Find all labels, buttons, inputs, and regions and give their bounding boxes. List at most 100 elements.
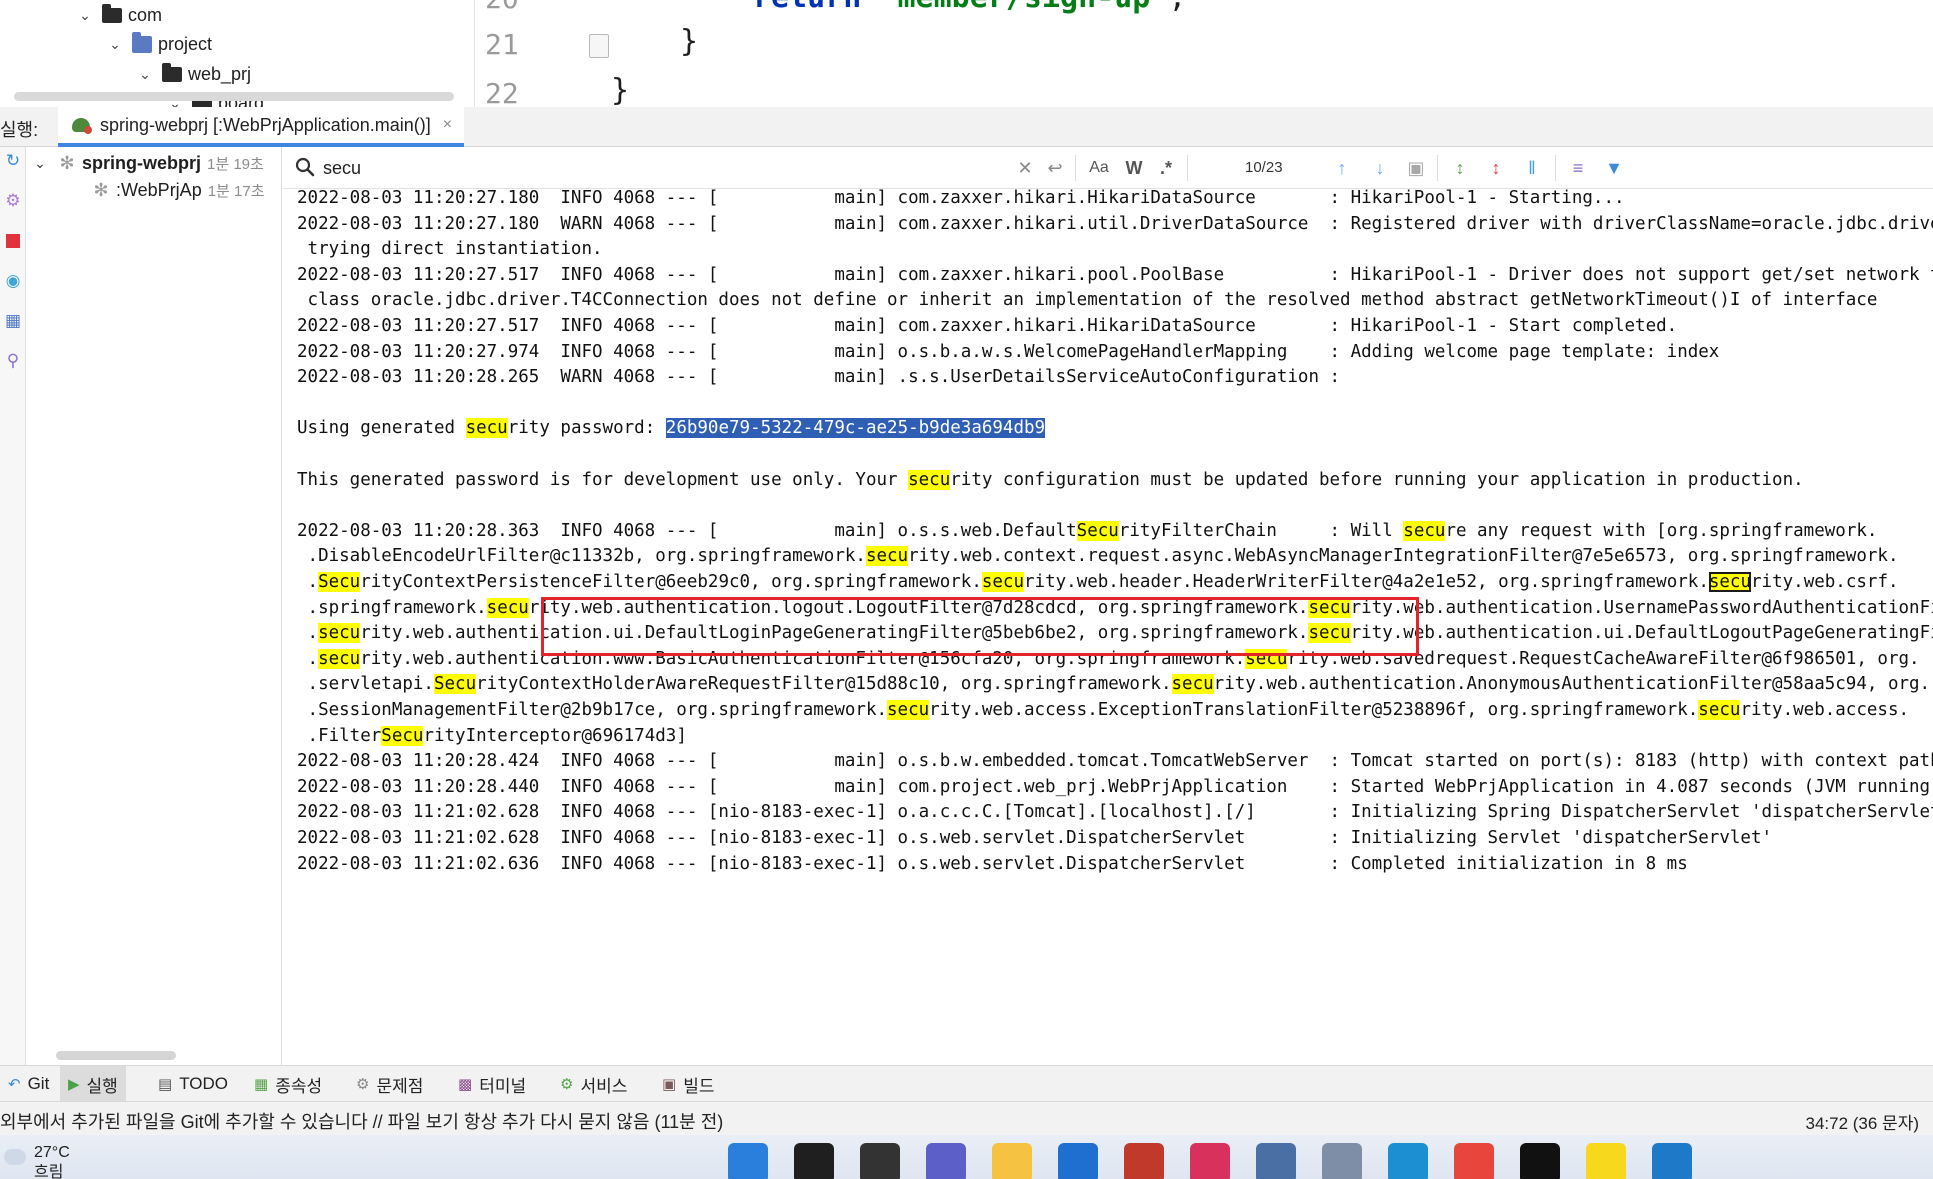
words-button[interactable]: W [1121,155,1147,181]
log-text: rityContextPersistenceFilter@6eeb29c0, o… [360,572,982,592]
taskbar-app-kakaotalk-icon[interactable] [1586,1143,1626,1179]
tool-tab-services[interactable]: ⚙ 서비스 [552,1066,635,1102]
regex-button[interactable]: .* [1153,155,1179,181]
tree-horizontal-scrollbar[interactable] [14,92,454,101]
log-line: 2022-08-03 11:21:02.636 INFO 4068 --- [n… [297,849,1688,880]
filter-lines-icon[interactable]: ≡ [1565,155,1591,181]
filter-icon[interactable]: ▼ [1601,155,1627,181]
code-line: } [680,24,699,59]
stop-icon[interactable] [0,227,26,255]
line-number: 22 [485,77,519,107]
run-tree-item[interactable]: ⌄ ✻ spring-webprj 1분 19초 [32,149,264,177]
taskbar-app-vscode-icon[interactable] [1652,1143,1692,1179]
line-number: 20 [485,0,545,15]
taskbar-app-chrome-icon[interactable] [1454,1143,1494,1179]
log-text: rity.web.authentication.ui.DefaultLoginP… [360,623,1309,644]
taskbar-app-task-view-icon[interactable] [860,1143,900,1179]
search-icon [295,157,315,177]
taskbar-app-file-explorer-icon[interactable] [992,1143,1032,1179]
tool-tab-build[interactable]: ▣ 빌드 [654,1066,722,1102]
taskbar-app-store-icon[interactable] [1058,1143,1098,1179]
layout-icon[interactable]: ▦ [0,307,26,335]
code-editor[interactable]: 20 21 22 return "member/sign-up"; } } [474,0,1933,107]
taskbar-app-app-2-icon[interactable] [1190,1143,1230,1179]
next-occurrence-icon[interactable]: ↓ [1367,155,1393,181]
select-all-matches-icon[interactable]: ‖ [1519,155,1545,181]
select-all-occurrences-icon[interactable]: ▣ [1403,155,1429,181]
run-icon: ▶ [68,1076,80,1093]
tree-item-web-prj[interactable]: ⌄ web_prj [136,59,251,89]
problems-icon: ⚙ [356,1076,370,1093]
tool-tab-label: TODO [179,1074,228,1093]
weather-temperature: 27°C [34,1144,70,1161]
view-icon[interactable]: ◉ [0,267,26,295]
tool-tab-dependencies[interactable]: ▦ 종속성 [246,1066,330,1102]
tool-tab-problems[interactable]: ⚙ 문제점 [348,1066,431,1102]
taskbar-app-app-3-icon[interactable] [1322,1143,1362,1179]
cloud-icon [4,1149,26,1165]
close-icon[interactable]: × [443,116,452,134]
run-tree-time: 1분 19초 [207,155,264,173]
weather-widget[interactable]: 27°C 흐림 [4,1143,70,1179]
tree-item-com[interactable]: ⌄ com [76,0,162,30]
search-match-highlight: secu [1308,623,1351,644]
taskbar-app-app-1-icon[interactable] [1124,1143,1164,1179]
top-area: ⌄ com ⌄ project ⌄ web_prj ⌄ board 20 21 … [0,0,1933,107]
chevron-down-icon[interactable]: ⌄ [106,36,124,53]
previous-occurrence-icon[interactable]: ↑ [1329,155,1355,181]
run-window-label: 실행: [0,120,39,140]
taskbar-app-intellij-icon[interactable] [1520,1143,1560,1179]
remove-occurrence-icon[interactable]: ↕ [1483,155,1509,181]
log-text: 2022-08-03 11:21:02.628 INFO 4068 --- [n… [297,828,1773,848]
run-tree-item[interactable]: ✻ :WebPrjAp 1분 17초 [92,176,264,204]
search-match-highlight: secu [908,469,951,490]
rerun-icon[interactable]: ↻ [0,147,26,175]
match-case-button[interactable]: Aa [1085,155,1113,181]
log-text: .Filter [297,725,382,746]
tool-tab-git[interactable]: ↶ Git [0,1066,57,1102]
tool-tab-terminal[interactable]: ▩ 터미널 [450,1066,534,1102]
search-input[interactable] [323,153,793,183]
log-text: re any request with [org.springframework… [1445,520,1878,541]
taskbar-app-teams-icon[interactable] [926,1143,966,1179]
chevron-down-icon[interactable]: ⌄ [76,7,94,24]
chevron-down-icon[interactable]: ⌄ [136,66,154,83]
pin-icon[interactable]: ⚲ [0,347,26,375]
new-line-icon[interactable]: ↩ [1043,155,1067,181]
chevron-down-icon[interactable]: ⌄ [32,155,48,172]
tree-item-project[interactable]: ⌄ project [106,29,212,59]
clear-search-icon[interactable]: ✕ [1013,155,1037,181]
separator [1187,155,1188,181]
console-log[interactable]: 2022-08-03 11:20:27.180 INFO 4068 --- [ … [297,188,1933,1065]
separator [1555,155,1556,181]
spring-boot-icon [70,114,92,136]
status-message[interactable]: 외부에서 추가된 파일을 Git에 추가할 수 있습니다 // 파일 보기 항상… [0,1108,723,1134]
add-occurrence-icon[interactable]: ↕ [1447,155,1473,181]
log-text: This generated password is for developme… [297,469,909,490]
weather-description: 흐림 [34,1164,64,1179]
fold-marker-icon[interactable] [589,34,609,58]
log-text: 2022-08-03 11:21:02.628 INFO 4068 --- [n… [297,802,1933,823]
tool-tab-run[interactable]: ▶ 실행 [60,1066,126,1102]
taskbar-app-search-icon[interactable] [794,1143,834,1179]
run-tool-window-header: 실행: spring-webprj [:WebPrjApplication.ma… [0,107,1933,147]
run-tree-scrollbar[interactable] [56,1051,176,1060]
console[interactable]: ✕ ↩ Aa W .* 10/23 ↑ ↓ ▣ ↕ ↕ ‖ ≡ ▼ 2022-0… [283,147,1933,1065]
tool-tab-label: Git [27,1074,50,1093]
settings-icon[interactable]: ⚙ [0,187,26,215]
search-match-highlight: secu [1171,674,1214,695]
taskbar-app-calculator-icon[interactable] [1256,1143,1296,1179]
log-text: . [297,648,319,669]
run-tab-title: spring-webprj [:WebPrjApplication.main()… [100,114,431,135]
caret-position[interactable]: 34:72 (36 문자) [1806,1109,1920,1134]
taskbar-app-start-icon[interactable] [728,1143,768,1179]
tool-tab-label: 터미널 [479,1076,527,1096]
tool-tab-label: 빌드 [683,1076,715,1096]
tool-tab-todo[interactable]: ▤ TODO [150,1066,236,1102]
log-text: rity.web.savedrequest.RequestCacheAwareF… [1287,648,1920,669]
tree-item-label: project [158,33,213,54]
log-text: 2022-08-03 11:20:28.440 INFO 4068 --- [ … [297,776,1933,797]
taskbar-app-edge-icon[interactable] [1388,1143,1428,1179]
run-config-tab[interactable]: spring-webprj [:WebPrjApplication.main()… [58,107,465,147]
selected-text: 26b90e79-5322-479c-ae25-b9de3a694db9 [665,418,1046,439]
